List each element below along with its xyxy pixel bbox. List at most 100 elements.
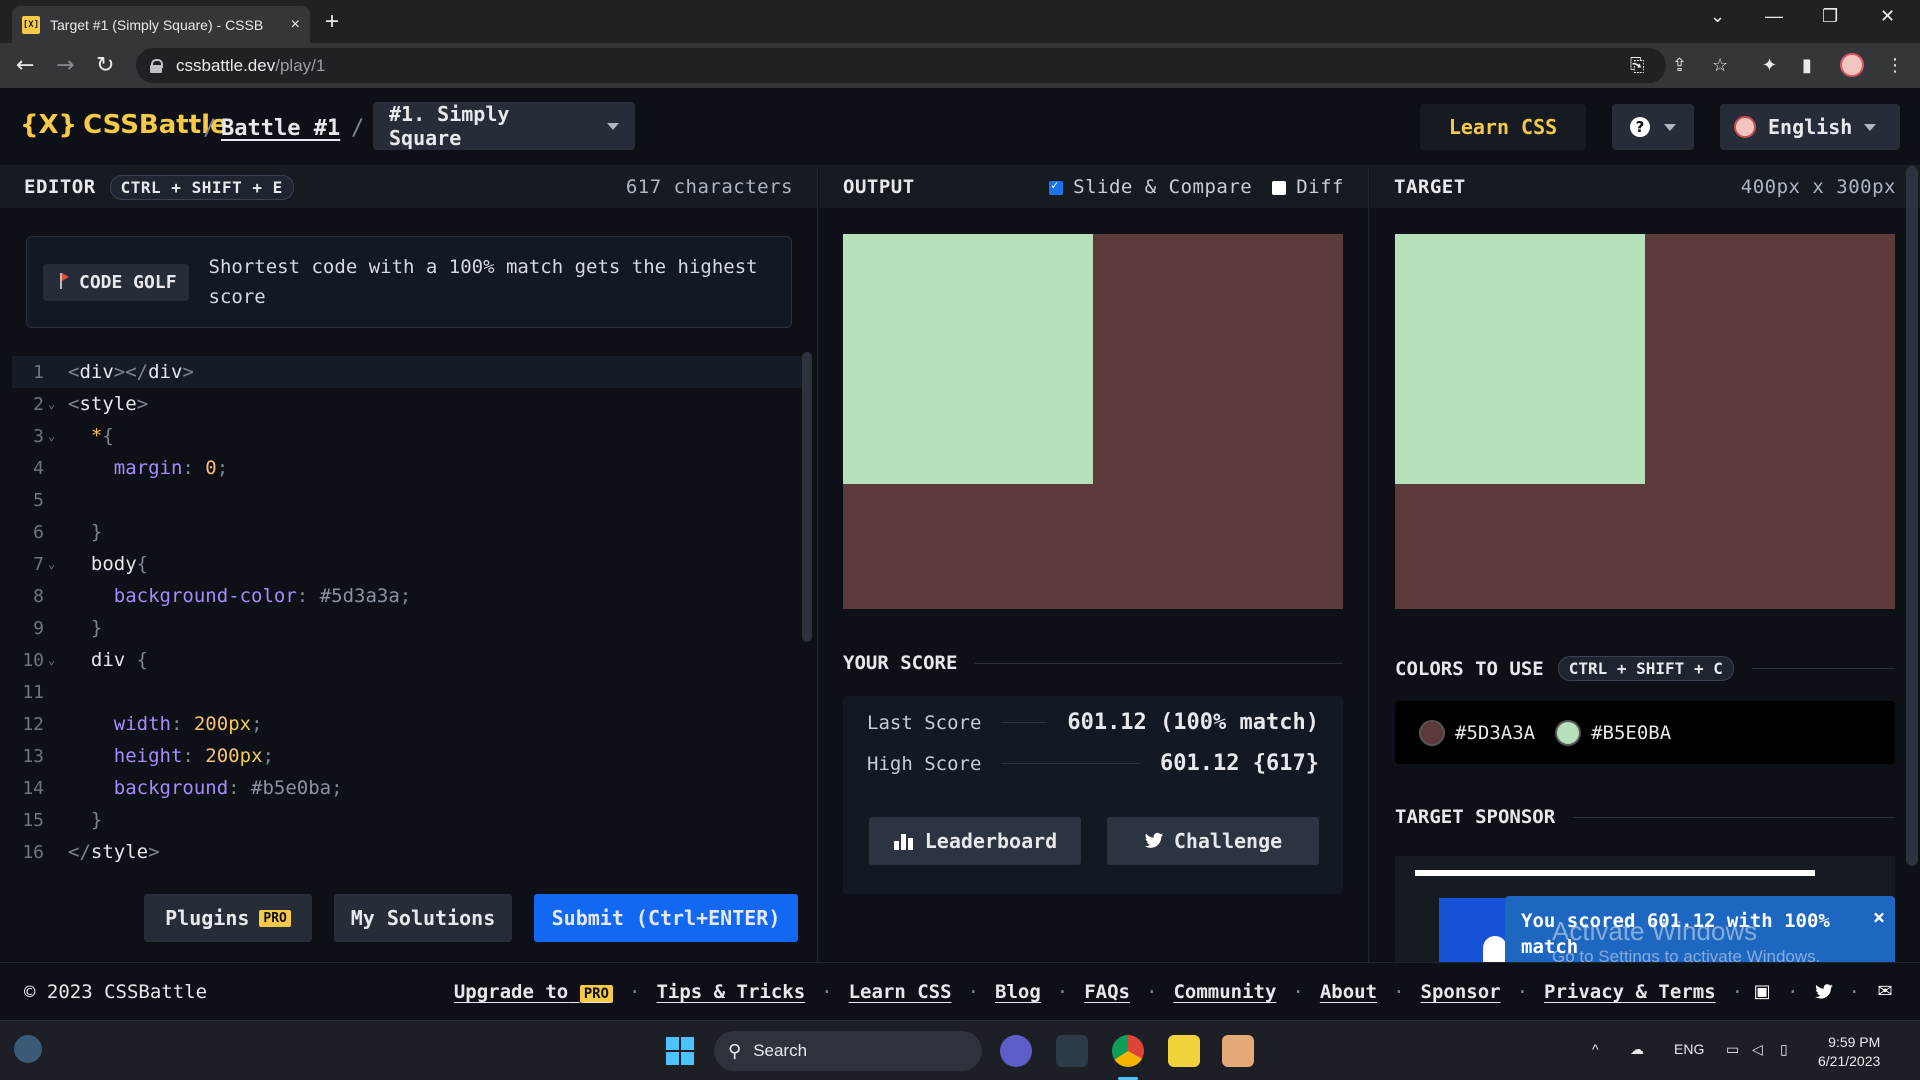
footer-link[interactable]: Sponsor — [1421, 981, 1501, 1003]
twitter-icon[interactable] — [1813, 982, 1835, 1002]
code-line[interactable]: 10 ⌄ div { — [12, 644, 804, 676]
code-line[interactable]: 2 ⌄ <style> — [12, 388, 804, 420]
discord-icon[interactable]: ▣ — [1751, 981, 1773, 1002]
avatar — [1734, 116, 1756, 138]
challenge-button[interactable]: Challenge — [1107, 817, 1319, 865]
line-number: 6 — [33, 521, 44, 543]
diff-toggle[interactable]: Diff — [1272, 176, 1344, 198]
search-icon: ⚲ — [728, 1040, 742, 1062]
weather-icon[interactable] — [14, 1035, 42, 1063]
taskbar-search[interactable]: ⚲ Search — [714, 1031, 982, 1071]
new-tab-button[interactable]: + — [325, 8, 339, 36]
forward-icon[interactable]: → — [56, 53, 74, 78]
submit-button[interactable]: Submit (Ctrl+ENTER) — [534, 894, 798, 942]
mail-icon[interactable]: ✉ — [1874, 981, 1896, 1002]
code-line[interactable]: 14 background: #b5e0ba; — [12, 772, 804, 804]
code-line[interactable]: 11 — [12, 676, 804, 708]
editor-shortcut: CTRL + SHIFT + E — [109, 174, 294, 200]
footer-link[interactable]: Community — [1173, 981, 1276, 1003]
windows-start-icon[interactable] — [666, 1037, 694, 1065]
fold-chevron-icon[interactable]: ⌄ — [44, 429, 68, 443]
code-line[interactable]: 5 — [12, 484, 804, 516]
upgrade-link[interactable]: Upgrade to PRO — [454, 981, 613, 1003]
target-canvas[interactable] — [1395, 234, 1895, 609]
help-menu-button[interactable]: ? — [1612, 104, 1694, 150]
fold-chevron-icon[interactable]: ⌄ — [44, 397, 68, 411]
language-selector[interactable]: English — [1720, 104, 1900, 150]
app-icon[interactable] — [1056, 1035, 1088, 1067]
code-line[interactable]: 3 ⌄ *{ — [12, 420, 804, 452]
code-line[interactable]: 7 ⌄ body{ — [12, 548, 804, 580]
output-canvas[interactable] — [843, 234, 1343, 609]
footer-link[interactable]: Blog — [995, 981, 1041, 1003]
page-scrollbar[interactable] — [1906, 166, 1918, 866]
color-swatch[interactable]: #B5E0BA — [1555, 719, 1671, 746]
extensions-icon[interactable]: ✦ — [1762, 55, 1777, 76]
share-icon[interactable]: ⇪ — [1672, 55, 1687, 76]
footer-link[interactable]: Tips & Tricks — [656, 981, 805, 1003]
cssbattle-logo[interactable]: {X} CSSBattle — [20, 110, 228, 140]
breadcrumb-separator: / — [203, 116, 217, 141]
network-icon[interactable]: ▭ — [1726, 1041, 1739, 1058]
language-indicator[interactable]: ENG — [1674, 1041, 1704, 1057]
line-number: 15 — [22, 809, 44, 831]
footer-separator: · — [967, 980, 980, 1003]
my-solutions-button[interactable]: My Solutions — [334, 894, 512, 942]
teams-icon[interactable] — [1000, 1035, 1032, 1067]
editor-scrollbar[interactable] — [802, 352, 812, 642]
minimize-icon[interactable]: — — [1765, 6, 1783, 27]
code-editor[interactable]: 1 <div></div> 2 ⌄ <style> 3 ⌄ *{4 margin: 0; 5 6… — [12, 356, 804, 868]
footer-link[interactable]: FAQs — [1084, 981, 1130, 1003]
tray-chevron-icon[interactable]: ^ — [1592, 1041, 1599, 1057]
color-swatch[interactable]: #5D3A3A — [1419, 719, 1535, 746]
footer-link[interactable]: Learn CSS — [849, 981, 952, 1003]
learn-css-button[interactable]: Learn CSS — [1420, 104, 1586, 150]
tab-close-icon[interactable]: × — [291, 16, 300, 34]
plugins-button[interactable]: Plugins PRO — [144, 894, 312, 942]
browser-tab[interactable]: [X] Target #1 (Simply Square) - CSSB × — [12, 6, 310, 43]
code-line[interactable]: 8 background-color: #5d3a3a; — [12, 580, 804, 612]
chrome-icon[interactable] — [1112, 1035, 1144, 1067]
battle-link[interactable]: Battle #1 — [221, 116, 340, 141]
address-bar[interactable]: cssbattle.dev/play/1 — [136, 48, 1666, 83]
footer-separator: · — [1146, 980, 1158, 1003]
tab-search-chevron-icon[interactable]: ⌄ — [1710, 6, 1725, 27]
code-line[interactable]: 6 } — [12, 516, 804, 548]
battery-icon[interactable]: ▯ — [1780, 1041, 1788, 1058]
taskbar-clock[interactable]: 9:59 PM 6/21/2023 — [1818, 1033, 1880, 1071]
bookmark-star-icon[interactable]: ☆ — [1712, 55, 1728, 76]
fold-chevron-icon[interactable]: ⌄ — [44, 653, 68, 667]
onedrive-icon[interactable]: ☁ — [1630, 1041, 1644, 1058]
browser-menu-icon[interactable]: ⋮ — [1886, 55, 1904, 76]
stack-app-icon[interactable] — [1222, 1035, 1254, 1067]
code-line[interactable]: 16 </style> — [12, 836, 804, 868]
reload-icon[interactable]: ↻ — [96, 53, 114, 78]
code-line[interactable]: 12 width: 200px; — [12, 708, 804, 740]
checkbox-checked-icon[interactable]: ✓ — [1049, 178, 1064, 195]
footer-separator: · — [1056, 980, 1069, 1003]
player-icon[interactable] — [1168, 1035, 1200, 1067]
footer-link[interactable]: Privacy & Terms — [1544, 981, 1716, 1003]
code-text: </style> — [68, 841, 160, 863]
leaderboard-button[interactable]: Leaderboard — [869, 817, 1081, 865]
restore-icon[interactable]: ❐ — [1822, 6, 1838, 27]
volume-icon[interactable]: ◁ — [1752, 1041, 1763, 1058]
lock-icon — [150, 58, 163, 73]
side-panel-icon[interactable]: ▮ — [1802, 55, 1812, 76]
translate-icon[interactable]: ⎘ — [1630, 55, 1644, 76]
last-score-row: Last Score 601.12 (100% match) — [867, 710, 1319, 735]
level-selector[interactable]: #1. Simply Square — [373, 102, 635, 150]
toast-close-icon[interactable]: × — [1873, 904, 1885, 930]
checkbox-unchecked-icon[interactable] — [1272, 180, 1287, 195]
fold-chevron-icon[interactable]: ⌄ — [44, 557, 68, 571]
code-golf-text: Shortest code with a 100% match gets the… — [208, 256, 758, 308]
code-line[interactable]: 9 } — [12, 612, 804, 644]
window-close-icon[interactable]: ✕ — [1880, 6, 1895, 27]
code-line[interactable]: 13 height: 200px; — [12, 740, 804, 772]
code-line[interactable]: 4 margin: 0; — [12, 452, 804, 484]
code-line[interactable]: 1 <div></div> — [12, 356, 804, 388]
code-line[interactable]: 15 } — [12, 804, 804, 836]
back-icon[interactable]: ← — [16, 53, 34, 78]
footer-link[interactable]: About — [1320, 981, 1377, 1003]
slide-compare-toggle[interactable]: ✓ Slide & Compare — [1049, 176, 1252, 198]
